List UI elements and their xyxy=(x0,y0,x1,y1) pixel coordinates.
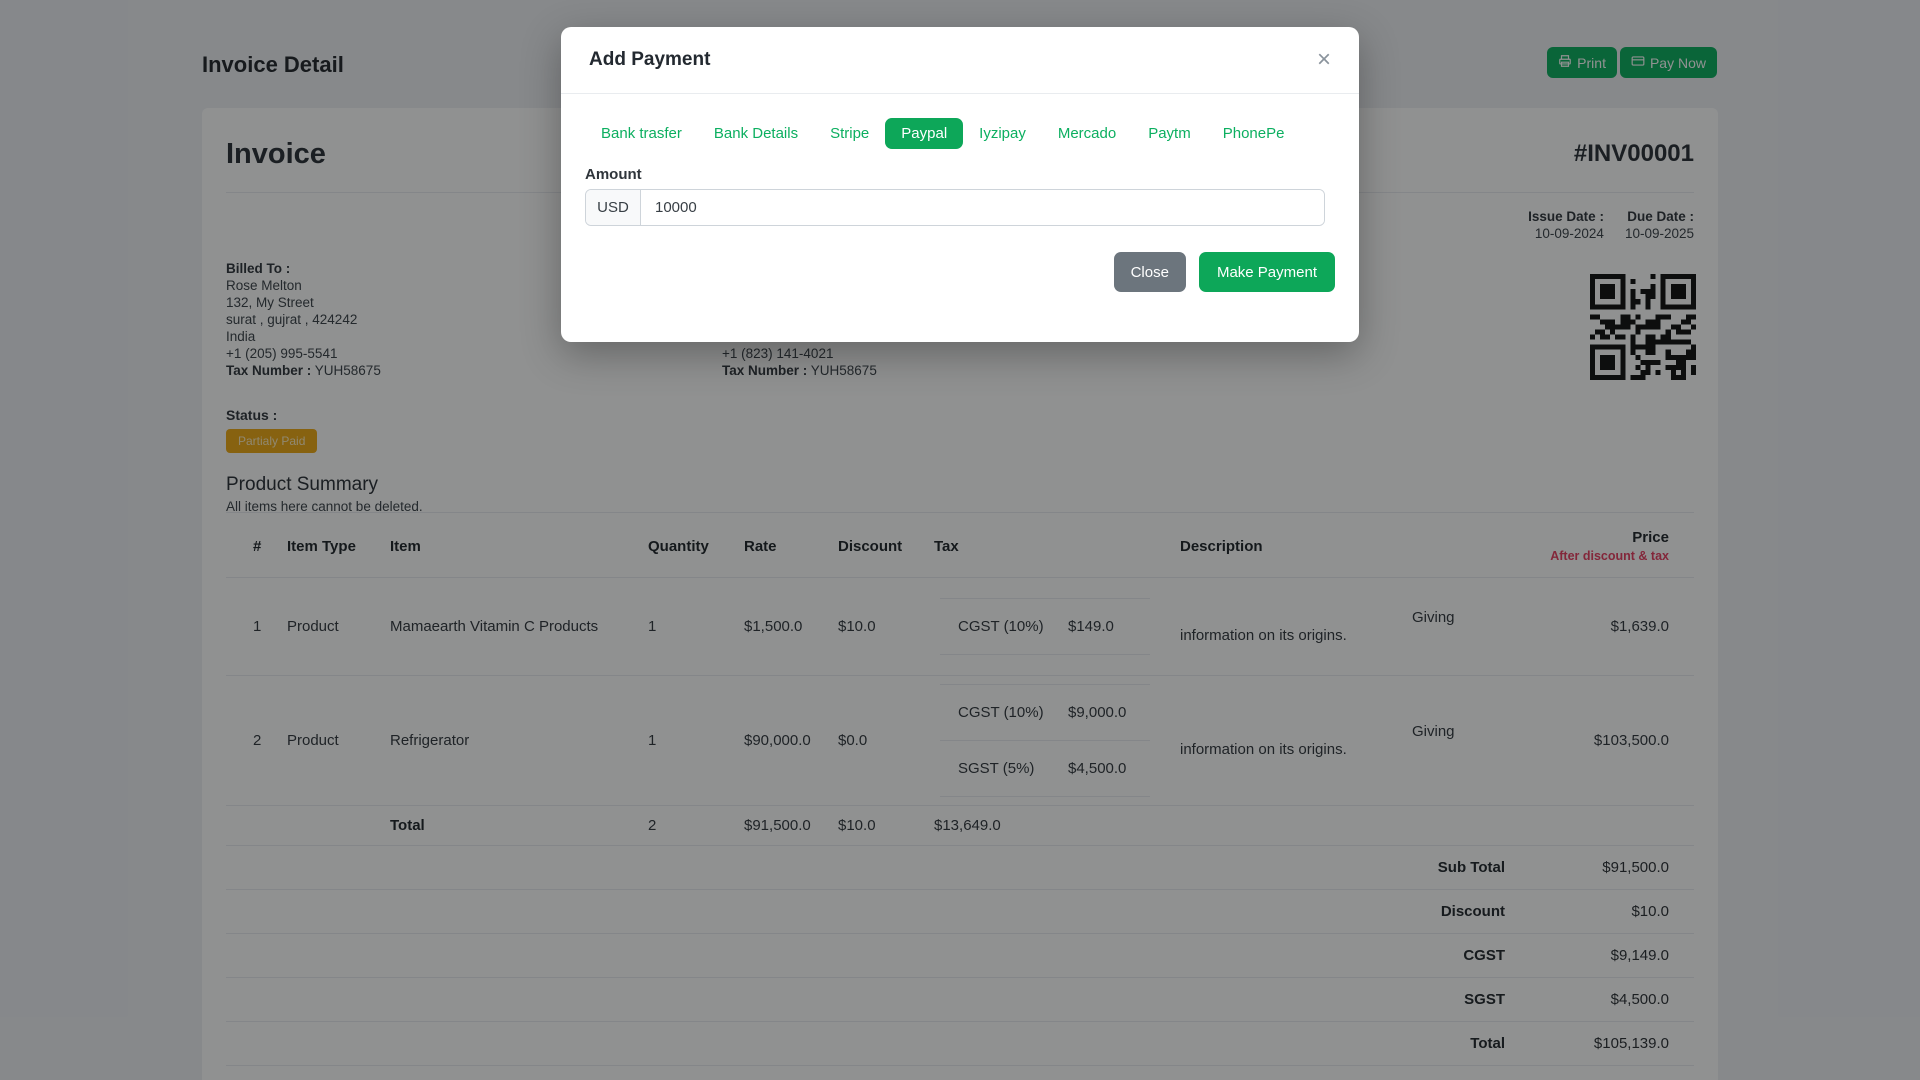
payment-method-tabs: Bank trasfer Bank Details Stripe Paypal Iyzi… xyxy=(585,118,1335,149)
amount-input-group: USD xyxy=(585,189,1325,226)
close-icon[interactable]: × xyxy=(1317,48,1331,72)
modal-header: Add Payment × xyxy=(561,27,1359,94)
add-payment-modal: Add Payment × Bank trasfer Bank Details St… xyxy=(561,27,1359,342)
make-payment-button[interactable]: Make Payment xyxy=(1198,252,1335,292)
currency-prefix: USD xyxy=(586,190,641,225)
payment-tab-paytm[interactable]: Paytm xyxy=(1132,118,1207,149)
modal-body: Bank trasfer Bank Details Stripe Paypal Iyzi… xyxy=(561,94,1359,226)
payment-tab-paypal[interactable]: Paypal xyxy=(885,118,964,149)
payment-tab-mercado[interactable]: Mercado xyxy=(1042,118,1132,149)
modal-footer: Close Make Payment xyxy=(561,252,1359,292)
close-button[interactable]: Close xyxy=(1113,252,1186,292)
payment-tab-phonepe[interactable]: PhonePe xyxy=(1207,118,1301,149)
payment-tab-bank-details[interactable]: Bank Details xyxy=(698,118,814,149)
payment-tab-bank-trasfer[interactable]: Bank trasfer xyxy=(585,118,698,149)
payment-tab-iyzipay[interactable]: Iyzipay xyxy=(963,118,1042,149)
modal-title: Add Payment xyxy=(589,49,711,70)
amount-input[interactable] xyxy=(641,190,1324,225)
payment-tab-stripe[interactable]: Stripe xyxy=(814,118,885,149)
amount-label: Amount xyxy=(585,166,642,183)
